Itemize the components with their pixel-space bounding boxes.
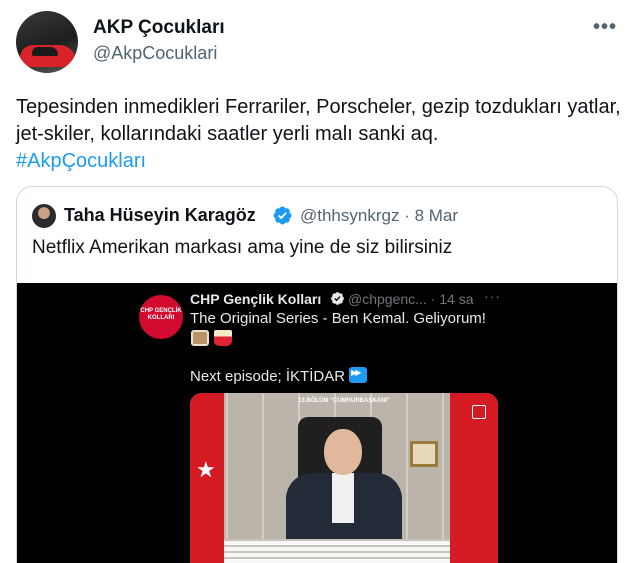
more-icon[interactable]: •••	[593, 16, 617, 39]
inner-tweet-text: The Original Series - Ben Kemal. Geliyor…	[190, 310, 486, 327]
author-handle[interactable]: @AkpCocuklari	[93, 43, 217, 64]
author-name[interactable]: AKP Çocukları	[93, 17, 225, 39]
video-papers	[220, 539, 450, 563]
quoted-author-handle[interactable]: @thhsynkrgz · 8 Mar	[300, 206, 458, 226]
video-person-shirt	[332, 473, 354, 523]
quoted-media-screenshot[interactable]: CHP GENÇLİK KOLLARI CHP Gençlik Kolları …	[17, 283, 617, 563]
next-episode-text: Next episode; İKTİDAR	[190, 368, 346, 385]
quoted-tweet-text: Netflix Amerikan markası ama yine de siz…	[32, 237, 453, 258]
hashtag-link[interactable]: #AkpÇocukları	[16, 150, 146, 172]
inner-next-episode: Next episode; İKTİDAR	[190, 367, 368, 385]
verified-badge-icon	[273, 206, 292, 225]
author-avatar[interactable]	[16, 11, 78, 73]
quoted-tweet[interactable]: Taha Hüseyin Karagöz @thhsynkrgz · 8 Mar…	[16, 186, 618, 563]
inner-verified-badge-icon	[331, 292, 344, 305]
video-corner-icon	[472, 405, 486, 419]
video-caption: 13.BÖLÜM "CUMHURBAŞKANI"	[298, 398, 390, 404]
card-box-emoji-icon	[191, 330, 209, 346]
video-thumbnail[interactable]: ★ 13.BÖLÜM "CUMHURBAŞKANI" ◀	[190, 393, 498, 563]
fast-forward-icon	[349, 367, 368, 383]
chp-avatar: CHP GENÇLİK KOLLARI	[139, 295, 183, 339]
inner-author-handle: @chpgenc... · 14 sa	[348, 291, 474, 307]
inner-author-name: CHP Gençlik Kolları	[190, 291, 322, 307]
video-picture-frame	[410, 441, 438, 467]
turkish-flag-left: ★	[190, 393, 224, 563]
quoted-author-name[interactable]: Taha Hüseyin Karagöz	[64, 205, 256, 226]
flag-star-icon: ★	[196, 457, 216, 482]
popcorn-emoji-icon	[214, 330, 232, 346]
inner-more-icon: ···	[484, 288, 501, 304]
chp-avatar-text: CHP GENÇLİK KOLLARI	[140, 308, 182, 321]
avatar-car-window-shape	[32, 47, 58, 56]
tweet-body: Tepesinden inmedikleri Ferrariler, Porsc…	[16, 96, 621, 145]
tweet-text: Tepesinden inmedikleri Ferrariler, Porsc…	[16, 94, 621, 175]
quoted-author-avatar[interactable]	[32, 204, 56, 228]
video-person-head	[324, 429, 362, 475]
